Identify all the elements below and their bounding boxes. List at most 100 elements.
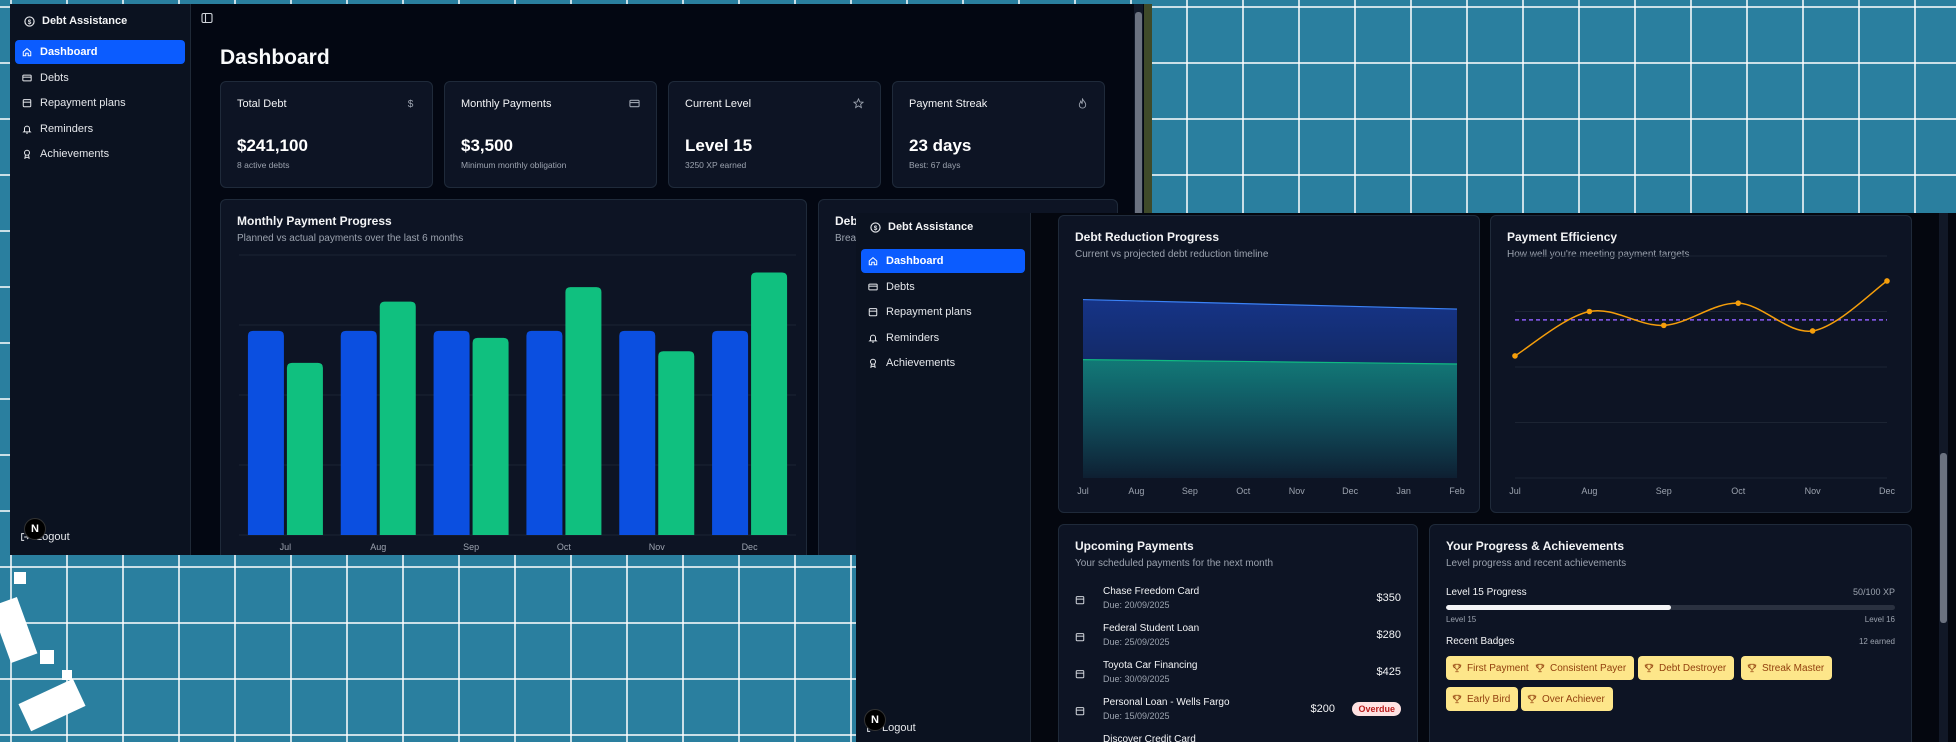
sidebar-item-achievements[interactable]: Achievements bbox=[861, 351, 1025, 375]
actual-bar bbox=[751, 272, 788, 535]
sidebar-item-dashboard[interactable]: Dashboard bbox=[861, 249, 1025, 273]
level-progress-bar bbox=[1446, 605, 1895, 610]
current-level-label: Level 15 bbox=[1446, 615, 1477, 624]
x-tick-label: Nov bbox=[649, 542, 666, 552]
progress-achievements-card: Your Progress & Achievements Level progr… bbox=[1429, 524, 1912, 742]
next-level-label: Level 16 bbox=[1864, 615, 1895, 624]
stat-value: 23 days bbox=[909, 136, 972, 155]
achievement-badge[interactable]: Debt Destroyer bbox=[1638, 656, 1735, 680]
stat-subtext: Minimum monthly obligation bbox=[461, 160, 567, 170]
sidebar-item-dashboard[interactable]: Dashboard bbox=[15, 40, 185, 64]
stat-label: Monthly Payments bbox=[461, 98, 552, 110]
stat-value: $241,100 bbox=[237, 136, 308, 155]
desktop-decoration bbox=[62, 670, 72, 680]
debt-reduction-card: Debt Reduction Progress Current vs proje… bbox=[1058, 215, 1480, 513]
x-tick-label: Jan bbox=[1396, 486, 1411, 496]
bell-icon bbox=[22, 125, 32, 134]
stat-subtext: 8 active debts bbox=[237, 160, 290, 170]
flame-icon bbox=[1078, 98, 1087, 109]
payment-amount: $425 bbox=[1376, 666, 1401, 678]
award-icon bbox=[24, 150, 30, 160]
achievement-badge[interactable]: Over Achiever bbox=[1521, 687, 1613, 711]
sidebar-item-debts[interactable]: Debts bbox=[15, 66, 185, 90]
efficiency-point bbox=[1735, 300, 1741, 306]
planned-bar bbox=[247, 330, 284, 535]
badge-label: Debt Destroyer bbox=[1659, 662, 1727, 674]
x-tick-label: Aug bbox=[370, 542, 386, 552]
home-icon bbox=[868, 256, 878, 266]
app-brand[interactable]: $ Debt Assistance bbox=[856, 213, 987, 241]
sidebar-item-reminders[interactable]: Reminders bbox=[15, 117, 185, 141]
monthly-payment-chart-card: Monthly Payment Progress Planned vs actu… bbox=[220, 199, 807, 555]
payment-amount: $280 bbox=[1376, 629, 1401, 641]
sidebar-item-label: Repayment plans bbox=[886, 306, 972, 319]
upcoming-payments-card: Upcoming Payments Your scheduled payment… bbox=[1058, 524, 1418, 742]
x-tick-label: Nov bbox=[1289, 486, 1306, 496]
payment-row[interactable]: Federal Student Loan Due: 25/09/2025 $28… bbox=[1075, 623, 1401, 659]
sidebar: $ Debt Assistance Dashboard Debts Repaym… bbox=[856, 213, 1031, 742]
stat-value: Level 15 bbox=[685, 136, 753, 155]
badge-label: Early Bird bbox=[1467, 693, 1511, 705]
sidebar-item-debts[interactable]: Debts bbox=[861, 275, 1025, 299]
payment-row[interactable]: Discover Credit Card bbox=[1075, 734, 1401, 742]
sidebar-item-reminders[interactable]: Reminders bbox=[861, 326, 1025, 350]
x-tick-label: Oct bbox=[1236, 486, 1251, 496]
sidebar-item-label: Dashboard bbox=[40, 46, 98, 58]
payment-row[interactable]: Chase Freedom Card Due: 20/09/2025 $350 bbox=[1075, 586, 1401, 622]
x-tick-label: Aug bbox=[1581, 486, 1597, 496]
app-brand[interactable]: $ Debt Assistance bbox=[10, 4, 190, 38]
dollar-circle-icon: $ bbox=[24, 15, 35, 27]
avatar[interactable]: N bbox=[24, 518, 46, 540]
achievement-badge[interactable]: Streak Master bbox=[1741, 656, 1833, 680]
sidebar-item-repayment-plans[interactable]: Repayment plans bbox=[861, 300, 1025, 324]
card-subtitle: Brea bbox=[835, 233, 857, 244]
actual-bar bbox=[658, 351, 695, 535]
efficiency-point bbox=[1586, 308, 1593, 315]
x-tick-label: Sep bbox=[1182, 486, 1198, 496]
x-tick-label: Jul bbox=[1509, 486, 1521, 496]
scrollbar-thumb[interactable] bbox=[1940, 453, 1947, 623]
payment-name: Chase Freedom Card bbox=[1103, 586, 1200, 597]
svg-text:$: $ bbox=[28, 18, 32, 25]
sidebar-nav: Dashboard Debts Repayment plans Reminder… bbox=[861, 249, 1025, 377]
efficiency-point bbox=[1884, 278, 1890, 284]
trophy-icon bbox=[1644, 663, 1654, 673]
dollar-icon: $ bbox=[408, 99, 414, 109]
planned-bar bbox=[712, 330, 749, 535]
payment-row[interactable]: Toyota Car Financing Due: 30/09/2025 $42… bbox=[1075, 660, 1401, 696]
payment-amount: $200 bbox=[1310, 703, 1335, 715]
xp-label: 50/100 XP bbox=[1852, 587, 1895, 597]
achievement-badge[interactable]: Consistent Payer bbox=[1529, 656, 1635, 680]
trophy-icon bbox=[1527, 694, 1537, 704]
projected-debt-area bbox=[1083, 359, 1457, 478]
svg-text:$: $ bbox=[408, 99, 414, 109]
sidebar-item-label: Reminders bbox=[886, 331, 940, 344]
svg-text:$: $ bbox=[874, 224, 878, 231]
sidebar-item-label: Debts bbox=[40, 71, 69, 84]
calendar-icon bbox=[22, 99, 32, 108]
debt-reduction-area-chart: Jul Aug Sep Oct Nov Dec Jan Feb bbox=[1077, 298, 1465, 496]
calendar-icon bbox=[1075, 707, 1085, 716]
dashboard-window-front: Debt Reduction Progress Current vs proje… bbox=[856, 213, 1956, 742]
achievement-badge[interactable]: First Payment bbox=[1446, 656, 1537, 680]
credit-card-icon bbox=[868, 283, 878, 291]
x-tick-label: Oct bbox=[557, 542, 572, 552]
logout-label: Logout bbox=[882, 722, 916, 734]
badge-label: Consistent Payer bbox=[1550, 662, 1627, 674]
bell-icon bbox=[868, 334, 878, 343]
x-tick-label: Sep bbox=[1656, 486, 1672, 496]
app-name: Debt Assistance bbox=[888, 221, 974, 233]
stat-label: Payment Streak bbox=[909, 98, 988, 110]
avatar[interactable]: N bbox=[864, 709, 886, 731]
sidebar-item-achievements[interactable]: Achievements bbox=[15, 142, 185, 166]
x-tick-label: Dec bbox=[742, 542, 759, 552]
payment-row[interactable]: Personal Loan - Wells Fargo Due: 15/09/2… bbox=[1075, 697, 1401, 733]
stat-label: Total Debt bbox=[237, 98, 287, 110]
level-progress-fill bbox=[1446, 605, 1671, 610]
sidebar: $ Debt Assistance Dashboard Debts Repaym… bbox=[10, 4, 191, 555]
sidebar-toggle-icon[interactable] bbox=[201, 12, 213, 24]
recent-badges-label: Recent Badges bbox=[1446, 636, 1515, 647]
card-title: Upcoming Payments bbox=[1075, 539, 1194, 553]
sidebar-item-repayment-plans[interactable]: Repayment plans bbox=[15, 91, 185, 115]
achievement-badge[interactable]: Early Bird bbox=[1446, 687, 1519, 711]
